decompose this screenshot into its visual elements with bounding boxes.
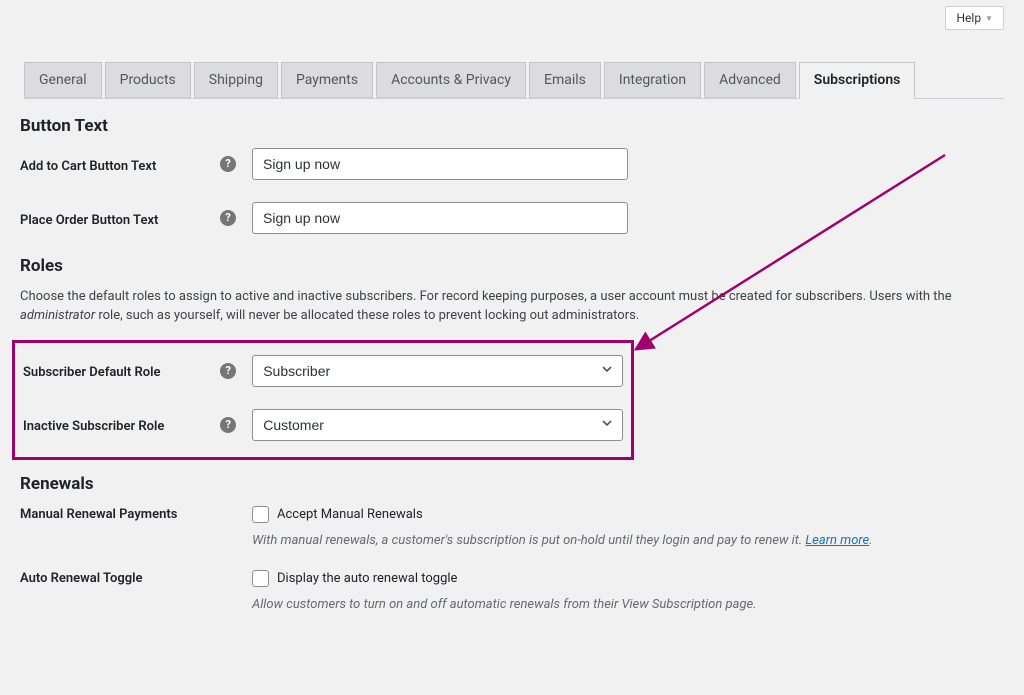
auto-renewal-description: Allow customers to turn on and off autom… — [252, 597, 757, 612]
settings-tabs: General Products Shipping Payments Accou… — [24, 62, 1004, 99]
help-tooltip-icon[interactable]: ? — [220, 417, 236, 433]
manual-renewal-check-label: Accept Manual Renewals — [277, 507, 423, 522]
add-to-cart-label: Add to Cart Button Text — [20, 155, 220, 174]
inactive-subscriber-label: Inactive Subscriber Role — [23, 415, 220, 434]
tab-accounts-privacy[interactable]: Accounts & Privacy — [376, 62, 526, 98]
row-auto-renewal-toggle: Auto Renewal Toggle Display the auto ren… — [20, 570, 1004, 612]
place-order-label: Place Order Button Text — [20, 209, 220, 228]
tab-advanced[interactable]: Advanced — [704, 62, 796, 98]
tab-payments[interactable]: Payments — [281, 62, 373, 98]
auto-renewal-checkbox-wrap[interactable]: Display the auto renewal toggle — [252, 570, 757, 587]
tab-emails[interactable]: Emails — [529, 62, 601, 98]
row-add-to-cart: Add to Cart Button Text ? — [20, 148, 1004, 180]
help-tooltip-icon[interactable]: ? — [220, 210, 236, 226]
subscriber-default-select[interactable] — [252, 355, 623, 387]
roles-highlight-box: Subscriber Default Role ? Inactive Subsc… — [12, 340, 634, 460]
manual-renewal-description: With manual renewals, a customer's subsc… — [252, 533, 873, 548]
learn-more-link[interactable]: Learn more — [805, 533, 869, 548]
section-heading-renewals: Renewals — [20, 474, 1004, 494]
help-button-label: Help — [956, 11, 981, 25]
inactive-subscriber-select[interactable] — [252, 409, 623, 441]
auto-renewal-check-label: Display the auto renewal toggle — [277, 571, 457, 586]
place-order-input[interactable] — [252, 202, 628, 234]
manual-renewal-checkbox-wrap[interactable]: Accept Manual Renewals — [252, 506, 873, 523]
tab-products[interactable]: Products — [105, 62, 191, 98]
help-button[interactable]: Help ▼ — [945, 6, 1004, 30]
chevron-down-icon: ▼ — [985, 14, 993, 23]
row-place-order: Place Order Button Text ? — [20, 202, 1004, 234]
manual-renewal-label: Manual Renewal Payments — [20, 506, 220, 522]
roles-description: Choose the default roles to assign to ac… — [20, 288, 960, 326]
inactive-subscriber-value[interactable] — [252, 409, 623, 441]
row-inactive-subscriber: Inactive Subscriber Role ? — [23, 409, 623, 441]
row-subscriber-default: Subscriber Default Role ? — [23, 355, 623, 387]
settings-content: Button Text Add to Cart Button Text ? Pl… — [20, 108, 1004, 634]
manual-renewal-checkbox[interactable] — [252, 506, 269, 523]
subscriber-default-label: Subscriber Default Role — [23, 361, 220, 380]
auto-renewal-checkbox[interactable] — [252, 570, 269, 587]
tab-subscriptions[interactable]: Subscriptions — [799, 62, 916, 99]
section-heading-button-text: Button Text — [20, 116, 1004, 136]
subscriber-default-value[interactable] — [252, 355, 623, 387]
help-tooltip-icon[interactable]: ? — [220, 363, 236, 379]
row-manual-renewal: Manual Renewal Payments Accept Manual Re… — [20, 506, 1004, 548]
tab-general[interactable]: General — [24, 62, 102, 98]
help-tooltip-icon[interactable]: ? — [220, 156, 236, 172]
auto-renewal-label: Auto Renewal Toggle — [20, 570, 220, 586]
section-heading-roles: Roles — [20, 256, 1004, 276]
add-to-cart-input[interactable] — [252, 148, 628, 180]
tab-integration[interactable]: Integration — [604, 62, 701, 98]
tab-shipping[interactable]: Shipping — [194, 62, 278, 98]
